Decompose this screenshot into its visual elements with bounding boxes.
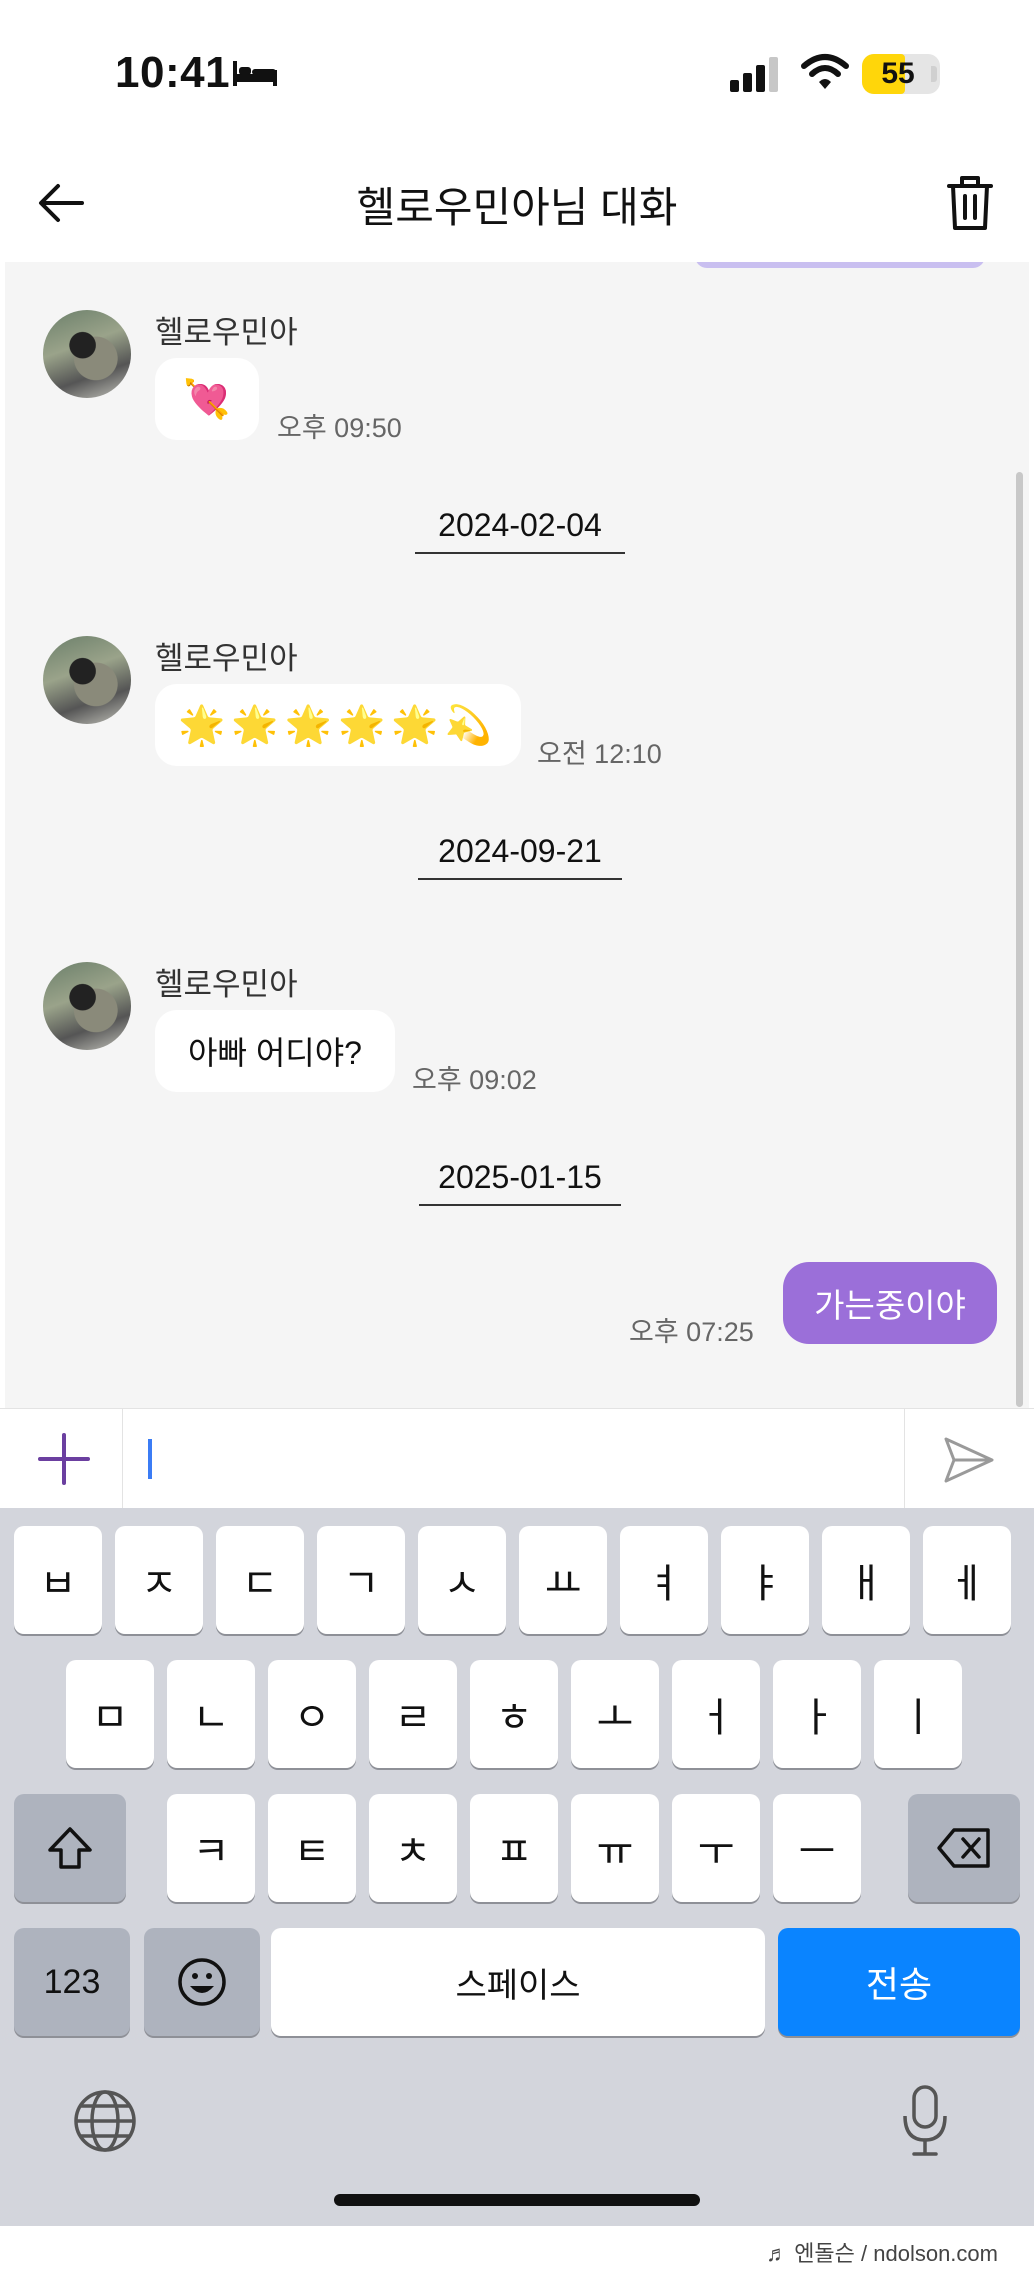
status-bar: 10:41 55 [0, 0, 1034, 150]
numbers-key[interactable]: 123 [14, 1928, 130, 2036]
key[interactable]: ㅎ [470, 1660, 558, 1768]
key[interactable]: ㄴ [167, 1660, 255, 1768]
send-key[interactable]: 전송 [778, 1928, 1020, 2036]
watermark: ♬ 엔돌슨 / ndolson.com [766, 2241, 998, 2266]
message-input[interactable] [123, 1409, 903, 1509]
key[interactable]: ㅊ [369, 1794, 457, 1902]
key[interactable]: ㄷ [216, 1526, 304, 1634]
battery-indicator: 55 [862, 54, 940, 94]
key[interactable]: ㅐ [822, 1526, 910, 1634]
home-indicator [334, 2194, 700, 2206]
avatar[interactable] [43, 636, 131, 724]
key[interactable]: ㅇ [268, 1660, 356, 1768]
emoji-key[interactable] [144, 1928, 260, 2036]
chat-message-list[interactable]: 헬로우민아 💘 오후 09:50 2024-02-04 헬로우민아 🌟🌟🌟🌟🌟💫… [5, 262, 1029, 1408]
key[interactable]: ㅅ [418, 1526, 506, 1634]
key[interactable]: ㅕ [620, 1526, 708, 1634]
message-time: 오전 12:10 [537, 739, 662, 769]
message-bubble[interactable]: 💘 [155, 358, 259, 440]
divider [904, 1409, 905, 1509]
footer: ♬ 엔돌슨 / ndolson.com [0, 2226, 1034, 2274]
message-time: 오후 09:02 [412, 1065, 537, 1095]
globe-icon[interactable] [72, 2088, 138, 2154]
date-separator: 2024-02-04 [415, 507, 625, 554]
backspace-icon [937, 1828, 990, 1868]
message-composer [0, 1408, 1034, 1509]
key[interactable]: ㅑ [721, 1526, 809, 1634]
message-time: 오후 09:50 [277, 413, 402, 443]
key[interactable]: ㄱ [317, 1526, 405, 1634]
key[interactable]: ㅍ [470, 1794, 558, 1902]
shift-icon [48, 1827, 92, 1869]
key[interactable]: ㅛ [519, 1526, 607, 1634]
key[interactable]: ㅜ [672, 1794, 760, 1902]
message-sender: 헬로우민아 [155, 641, 298, 676]
status-time: 10:41 [115, 48, 231, 97]
plus-icon[interactable] [36, 1431, 92, 1487]
space-key[interactable]: 스페이스 [271, 1928, 765, 2036]
avatar[interactable] [43, 310, 131, 398]
battery-nub [931, 66, 937, 82]
key[interactable]: ㅋ [167, 1794, 255, 1902]
battery-percent: 55 [881, 57, 915, 90]
key[interactable]: ㅠ [571, 1794, 659, 1902]
microphone-icon[interactable] [900, 2084, 950, 2158]
backspace-key[interactable] [908, 1794, 1020, 1902]
key[interactable]: ㅏ [773, 1660, 861, 1768]
key[interactable]: ㅂ [14, 1526, 102, 1634]
chat-scrollbar[interactable] [1016, 472, 1023, 1407]
message-sender: 헬로우민아 [155, 967, 298, 1002]
text-caret [148, 1439, 152, 1479]
key[interactable]: ㅈ [115, 1526, 203, 1634]
wifi-icon [801, 54, 849, 89]
message-sender: 헬로우민아 [155, 315, 298, 350]
page-title: 헬로우민아님 대화 [356, 184, 678, 231]
message-time: 오후 07:25 [629, 1317, 754, 1347]
date-separator: 2024-09-21 [418, 833, 622, 880]
key[interactable]: ㅁ [66, 1660, 154, 1768]
key[interactable]: ㅌ [268, 1794, 356, 1902]
send-icon[interactable] [942, 1435, 996, 1485]
key[interactable]: ㅗ [571, 1660, 659, 1768]
message-bubble[interactable]: 🌟🌟🌟🌟🌟💫 [155, 684, 521, 766]
key[interactable]: ㅔ [923, 1526, 1011, 1634]
cellular-signal-icon [730, 56, 780, 92]
trash-icon[interactable] [945, 174, 995, 232]
chat-header: 헬로우민아님 대화 [0, 150, 1034, 262]
emoji-icon [178, 1958, 226, 2006]
message-bubble[interactable]: 아빠 어디야? [155, 1010, 395, 1092]
key[interactable]: ㅓ [672, 1660, 760, 1768]
my-message-bubble[interactable]: 가는중이야 [783, 1262, 997, 1344]
date-separator: 2025-01-15 [419, 1159, 621, 1206]
key[interactable]: ㅡ [773, 1794, 861, 1902]
shift-key[interactable] [14, 1794, 126, 1902]
avatar[interactable] [43, 962, 131, 1050]
korean-keyboard: ㅂ ㅈ ㄷ ㄱ ㅅ ㅛ ㅕ ㅑ ㅐ ㅔ ㅁ ㄴ ㅇ ㄹ ㅎ ㅗ ㅓ ㅏ ㅣ ㅋ … [0, 1508, 1034, 2226]
key[interactable]: ㅣ [874, 1660, 962, 1768]
bed-icon [233, 61, 277, 86]
partial-message-bubble [695, 262, 985, 268]
key[interactable]: ㄹ [369, 1660, 457, 1768]
